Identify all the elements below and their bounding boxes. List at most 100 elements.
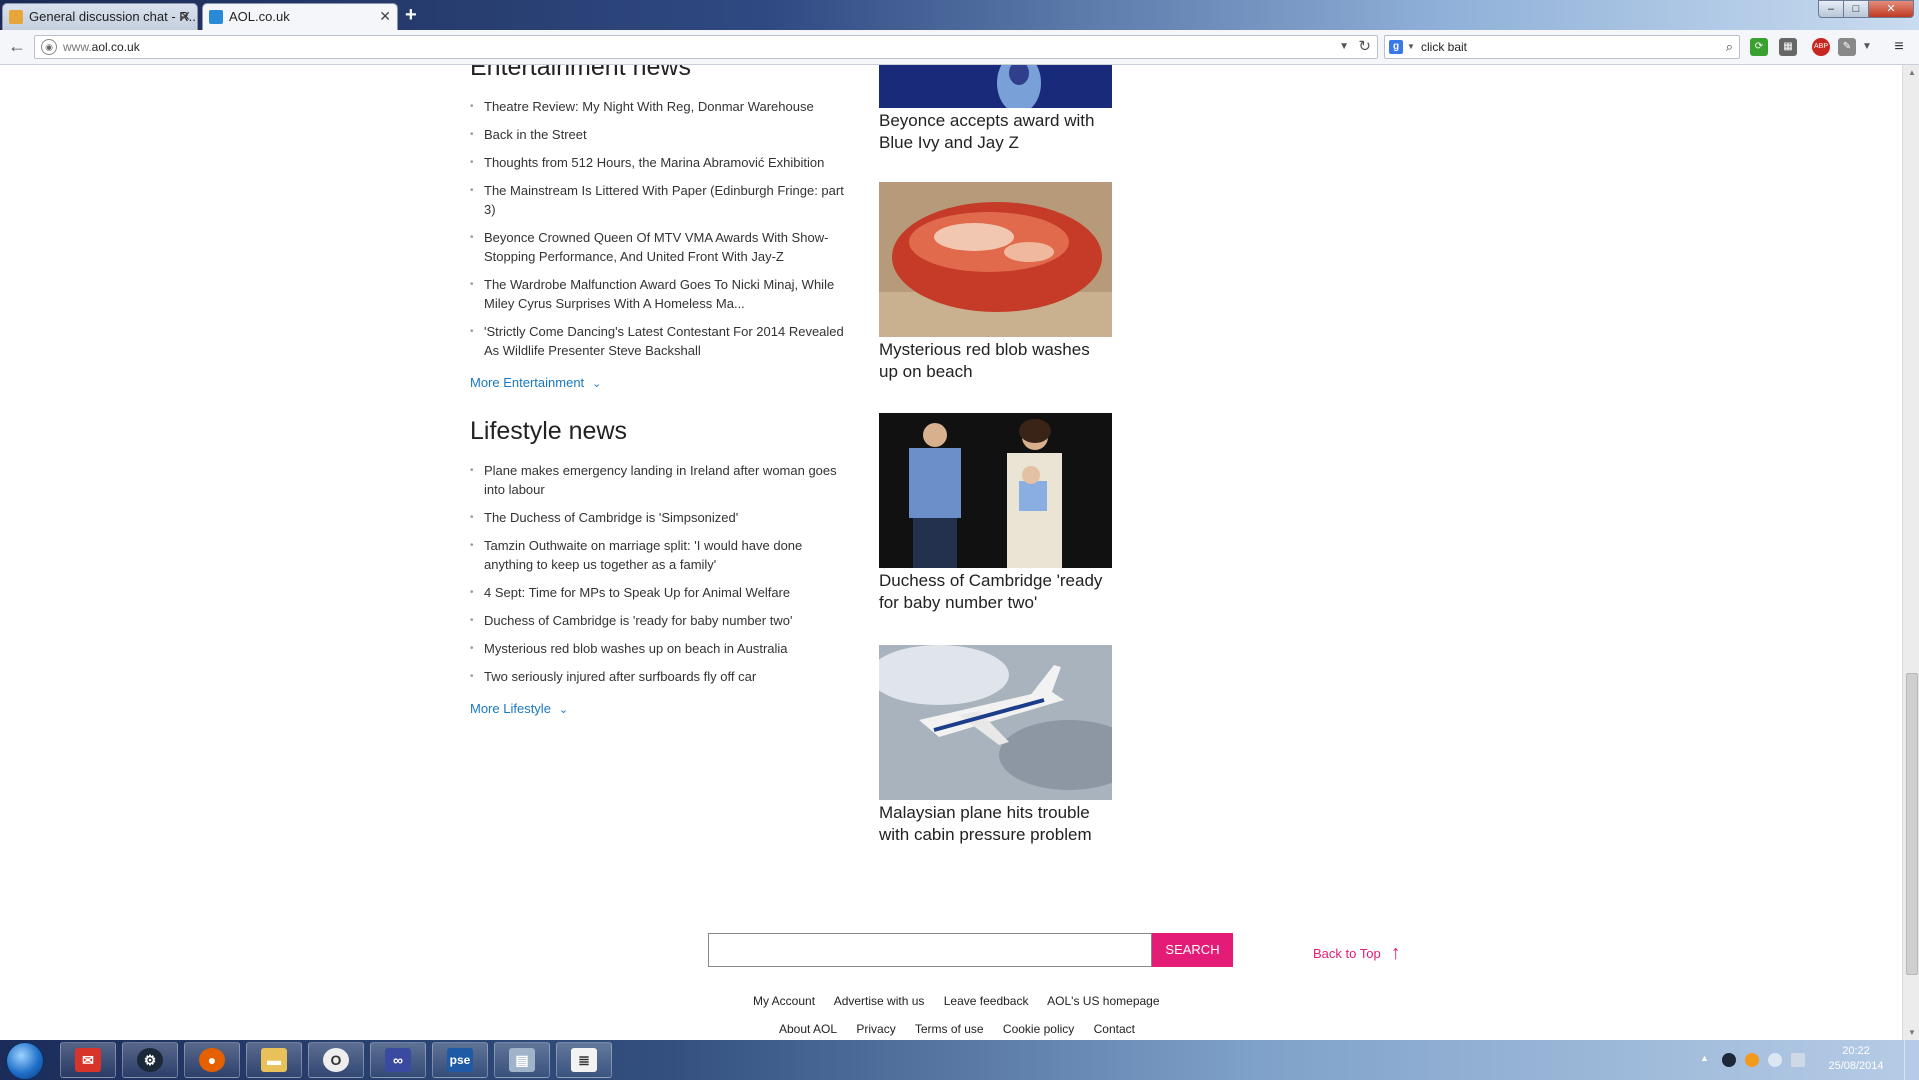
- search-value: click bait: [1421, 40, 1468, 54]
- scroll-down-icon[interactable]: ▼: [1908, 1028, 1916, 1037]
- taskbar-opera[interactable]: O: [308, 1042, 364, 1078]
- tools-dropdown-icon[interactable]: ▼: [1862, 38, 1872, 56]
- taskbar-firefox[interactable]: ●: [184, 1042, 240, 1078]
- maximize-button[interactable]: □: [1843, 0, 1869, 18]
- show-desktop-button[interactable]: [1904, 1040, 1919, 1080]
- lifestyle-news-title: Lifestyle news: [470, 417, 628, 445]
- taskbar-notepad[interactable]: ≣: [556, 1042, 612, 1078]
- taskbar-gmail[interactable]: ✉: [60, 1042, 116, 1078]
- tab-label: General discussion chat - R...: [29, 9, 198, 24]
- more-lifestyle-link[interactable]: More Lifestyle ⌄: [470, 701, 568, 716]
- grid-icon[interactable]: ▦: [1779, 38, 1797, 56]
- reload-icon[interactable]: ↻: [1358, 36, 1371, 58]
- footer-search-button[interactable]: SEARCH: [1152, 933, 1233, 967]
- footer-link-advertise[interactable]: Advertise with us: [834, 994, 925, 1008]
- footer-link-cookie[interactable]: Cookie policy: [1003, 1022, 1074, 1036]
- footer-link-about[interactable]: About AOL: [779, 1022, 837, 1036]
- tab-aol[interactable]: AOL.co.uk ✕: [202, 3, 398, 30]
- tray-steam-icon[interactable]: [1722, 1053, 1736, 1067]
- list-item[interactable]: Duchess of Cambridge is 'ready for baby …: [470, 611, 850, 630]
- tab-label: AOL.co.uk: [229, 9, 290, 24]
- notepad-icon: ≣: [571, 1048, 597, 1072]
- tab-general-discussion[interactable]: General discussion chat - R... ✕: [2, 3, 198, 30]
- tray-network-icon[interactable]: [1791, 1053, 1805, 1067]
- card-caption: Duchess of Cambridge 'ready for baby num…: [879, 571, 1103, 612]
- refresh-extension-icon[interactable]: ⟳: [1750, 38, 1768, 56]
- card-caption: Beyonce accepts award with Blue Ivy and …: [879, 111, 1095, 152]
- taskbar-infinity[interactable]: ∞: [370, 1042, 426, 1078]
- lifestyle-news-list: Plane makes emergency landing in Ireland…: [470, 461, 850, 695]
- footer-links-row-1: My Account Advertise with us Leave feedb…: [753, 994, 1176, 1008]
- start-button[interactable]: [6, 1042, 44, 1080]
- adblock-icon[interactable]: ABP: [1812, 38, 1830, 56]
- menu-icon[interactable]: ≡: [1890, 38, 1908, 56]
- opera-icon: O: [323, 1048, 349, 1072]
- footer-link-us-homepage[interactable]: AOL's US homepage: [1047, 994, 1159, 1008]
- minimize-button[interactable]: –: [1818, 0, 1844, 18]
- red-blob-thumbnail: [879, 182, 1112, 337]
- arrow-up-icon: ↑: [1390, 942, 1401, 964]
- google-icon[interactable]: g: [1389, 40, 1403, 54]
- taskbar-photoshop-elements[interactable]: pse: [432, 1042, 488, 1078]
- list-item[interactable]: Beyonce Crowned Queen Of MTV VMA Awards …: [470, 228, 850, 266]
- url-prefix: www.: [63, 40, 92, 54]
- close-tab-icon[interactable]: ✕: [379, 8, 391, 25]
- new-tab-button[interactable]: +: [405, 4, 417, 27]
- url-dropdown-icon[interactable]: ▼: [1339, 36, 1349, 58]
- list-item[interactable]: 'Strictly Come Dancing's Latest Contesta…: [470, 322, 850, 360]
- card-caption: Malaysian plane hits trouble with cabin …: [879, 803, 1092, 844]
- chevron-down-icon: ⌄: [558, 704, 569, 716]
- list-item[interactable]: Back in the Street: [470, 125, 850, 144]
- list-item[interactable]: Tamzin Outhwaite on marriage split: 'I w…: [470, 536, 850, 574]
- tools-icon[interactable]: ✎: [1838, 38, 1856, 56]
- tray-orange-icon[interactable]: [1745, 1053, 1759, 1067]
- steam-icon: ⚙: [137, 1048, 163, 1072]
- list-item[interactable]: Thoughts from 512 Hours, the Marina Abra…: [470, 153, 850, 172]
- address-bar[interactable]: ◉ www.aol.co.uk ▼ ↻: [34, 35, 1378, 59]
- mail-icon: ✉: [75, 1048, 101, 1072]
- footer-link-contact[interactable]: Contact: [1094, 1022, 1135, 1036]
- vertical-scrollbar[interactable]: ▲ ▼: [1902, 65, 1919, 1040]
- footer-link-privacy[interactable]: Privacy: [856, 1022, 895, 1036]
- search-icon[interactable]: ⌕: [1726, 36, 1733, 58]
- news-card-red-blob[interactable]: Mysterious red blob washes up on beach: [879, 182, 1112, 383]
- back-arrow-icon[interactable]: ←: [8, 36, 26, 57]
- url-domain: aol.co.uk: [91, 40, 140, 54]
- duchess-thumbnail: [879, 413, 1112, 568]
- tray-volume-icon[interactable]: [1768, 1053, 1782, 1067]
- list-item[interactable]: The Wardrobe Malfunction Award Goes To N…: [470, 275, 850, 313]
- news-card-malaysian-plane[interactable]: Malaysian plane hits trouble with cabin …: [879, 645, 1112, 846]
- search-bar[interactable]: g ▼ click bait ⌕: [1384, 35, 1740, 59]
- beyonce-thumbnail: [879, 65, 1112, 108]
- windows-taskbar: ✉ ⚙ ● ▬ O ∞ pse ▤ ≣ ▲ 20:22 25/08/2014: [0, 1040, 1919, 1080]
- taskbar-calculator[interactable]: ▤: [494, 1042, 550, 1078]
- footer-links-row-2: About AOL Privacy Terms of use Cookie po…: [779, 1022, 1151, 1036]
- engine-dropdown-icon[interactable]: ▼: [1407, 36, 1415, 58]
- list-item[interactable]: Plane makes emergency landing in Ireland…: [470, 461, 850, 499]
- more-entertainment-link[interactable]: More Entertainment ⌄: [470, 375, 601, 390]
- list-item[interactable]: Mysterious red blob washes up on beach i…: [470, 639, 850, 658]
- scroll-up-icon[interactable]: ▲: [1908, 68, 1916, 77]
- tray-clock[interactable]: 20:22 25/08/2014: [1826, 1044, 1886, 1074]
- back-to-top-link[interactable]: Back to Top ↑: [1313, 941, 1401, 964]
- taskbar-explorer[interactable]: ▬: [246, 1042, 302, 1078]
- footer-link-terms[interactable]: Terms of use: [915, 1022, 984, 1036]
- footer-search-input[interactable]: [708, 933, 1152, 967]
- infinity-icon: ∞: [385, 1048, 411, 1072]
- list-item[interactable]: 4 Sept: Time for MPs to Speak Up for Ani…: [470, 583, 850, 602]
- news-card-beyonce[interactable]: Beyonce accepts award with Blue Ivy and …: [879, 65, 1112, 154]
- news-card-duchess[interactable]: Duchess of Cambridge 'ready for baby num…: [879, 413, 1112, 614]
- footer-link-my-account[interactable]: My Account: [753, 994, 815, 1008]
- scrollbar-thumb[interactable]: [1906, 673, 1918, 975]
- taskbar-steam[interactable]: ⚙: [122, 1042, 178, 1078]
- close-window-button[interactable]: ✕: [1868, 0, 1914, 18]
- tray-expand-icon[interactable]: ▲: [1700, 1053, 1714, 1067]
- close-tab-icon[interactable]: ✕: [179, 8, 191, 25]
- list-item[interactable]: The Mainstream Is Littered With Paper (E…: [470, 181, 850, 219]
- page-content: Entertainment news Theatre Review: My Ni…: [0, 65, 1902, 1040]
- list-item[interactable]: The Duchess of Cambridge is 'Simpsonized…: [470, 508, 850, 527]
- footer-link-feedback[interactable]: Leave feedback: [944, 994, 1029, 1008]
- list-item[interactable]: Theatre Review: My Night With Reg, Donma…: [470, 97, 850, 116]
- list-item[interactable]: Two seriously injured after surfboards f…: [470, 667, 850, 686]
- card-caption: Mysterious red blob washes up on beach: [879, 340, 1090, 381]
